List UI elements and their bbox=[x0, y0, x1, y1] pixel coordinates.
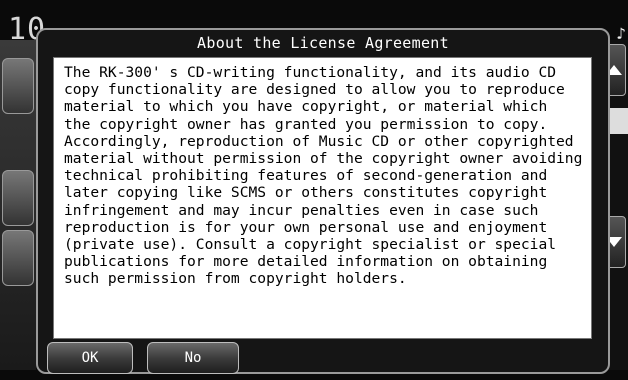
message-line: copy functionality are designed to allow… bbox=[64, 81, 565, 99]
message-line: the copyright owner has granted you perm… bbox=[64, 115, 548, 133]
no-button[interactable]: No bbox=[147, 342, 239, 374]
ok-button[interactable]: OK bbox=[47, 342, 133, 374]
background-left-button bbox=[2, 170, 34, 226]
message-line: publications for more detailed informati… bbox=[64, 253, 548, 271]
background-left-panel bbox=[0, 40, 36, 370]
license-agreement-dialog: About the License Agreement The RK-300' … bbox=[36, 28, 610, 374]
message-line: material to which you have copyright, or… bbox=[64, 98, 548, 116]
dialog-title: About the License Agreement bbox=[197, 34, 449, 52]
license-message-panel: The RK-300' s CD-writing functionality, … bbox=[53, 57, 592, 339]
message-line: later copying like SCMS or others consti… bbox=[64, 184, 548, 202]
device-screen: 10 ♪ About the License Agreement The RK-… bbox=[0, 0, 628, 380]
message-line: Accordingly, reproduction of Music CD or… bbox=[64, 132, 574, 150]
message-line: infringement and may incur penalties eve… bbox=[64, 201, 539, 219]
message-line: The RK-300' s CD-writing functionality, … bbox=[64, 64, 557, 81]
message-line: (private use). Consult a copyright speci… bbox=[64, 236, 557, 254]
background-left-button bbox=[2, 58, 34, 114]
message-line: such permission from copyright holders. bbox=[64, 270, 407, 288]
message-line: material without permission of the copyr… bbox=[64, 150, 583, 168]
message-line: technical prohibiting features of second… bbox=[64, 167, 548, 185]
background-list-item bbox=[608, 108, 628, 134]
background-left-button bbox=[2, 230, 34, 286]
message-line: reproduction is for your own personal us… bbox=[64, 218, 548, 236]
